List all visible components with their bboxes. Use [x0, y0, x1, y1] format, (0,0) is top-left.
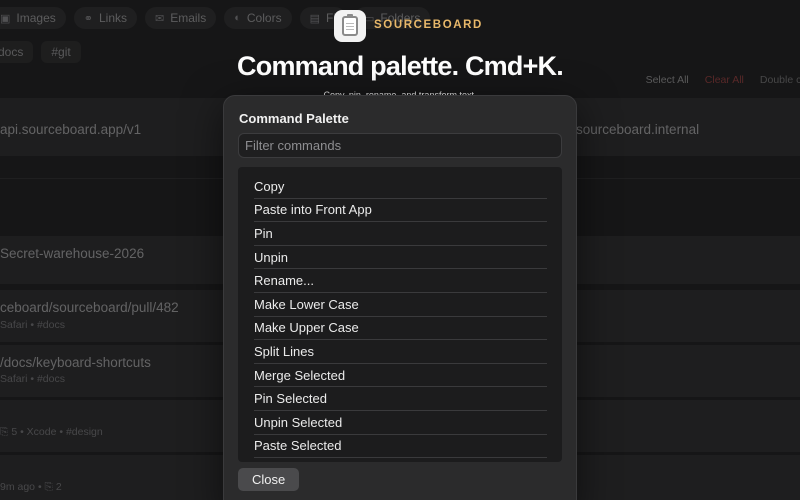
command-make-upper-case[interactable]: Make Upper Case [254, 317, 547, 341]
filter-commands-input[interactable] [238, 133, 562, 158]
command-unpin[interactable]: Unpin [254, 246, 547, 270]
clipboard-icon [342, 14, 358, 36]
command-rename[interactable]: Rename... [254, 269, 547, 293]
palette-title: Command Palette [239, 111, 349, 126]
headline: Command palette. Cmd+K. [237, 51, 564, 81]
brand-name: SOURCEBOARD [374, 19, 483, 31]
command-unpin-selected[interactable]: Unpin Selected [254, 411, 547, 435]
command-pin-selected[interactable]: Pin Selected [254, 387, 547, 411]
command-list: Copy Paste into Front App Pin Unpin Rena… [238, 167, 562, 462]
command-merge-selected[interactable]: Merge Selected [254, 364, 547, 388]
app-icon [334, 10, 366, 42]
command-split-lines[interactable]: Split Lines [254, 340, 547, 364]
close-button[interactable]: Close [238, 468, 300, 491]
command-palette: Command Palette Copy Paste into Front Ap… [223, 95, 577, 500]
command-make-lower-case[interactable]: Make Lower Case [254, 293, 547, 317]
command-copy[interactable]: Copy [254, 175, 547, 199]
command-paste-into-front-app[interactable]: Paste into Front App [254, 199, 547, 223]
command-pin[interactable]: Pin [254, 222, 547, 246]
command-paste-selected[interactable]: Paste Selected [254, 435, 547, 459]
